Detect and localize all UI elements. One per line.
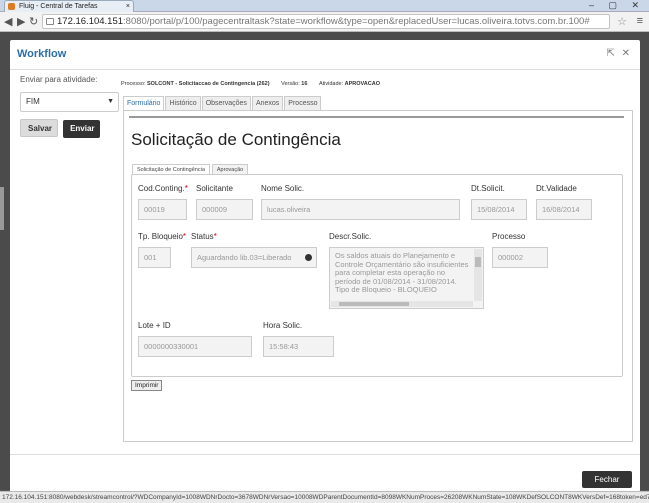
send-button[interactable]: Enviar [63, 120, 101, 138]
save-button[interactable]: Salvar [20, 119, 58, 137]
activity-label: Enviar para atividade: [20, 75, 98, 84]
send-panel: Enviar para atividade: FIM ▼ Salvar Envi… [20, 75, 120, 138]
process-value: SOLCONT - Solicitaccao de Contingencia (… [147, 81, 270, 87]
field-nome-solic: Nome Solic. lucas.oliveira [261, 184, 460, 220]
close-button[interactable]: Fechar [582, 471, 632, 488]
side-handle [0, 187, 4, 230]
activity-select[interactable]: FIM ▼ [20, 92, 119, 112]
chevron-down-icon: ▼ [107, 98, 114, 105]
descr-solic-label: Descr.Solic. [329, 232, 372, 241]
field-tp-bloqueio: Tp. Bloqueio* 001 [138, 232, 186, 268]
address-bar: ◀ ▶ ↻ 172.16.104.151:8080/portal/p/100/p… [0, 12, 649, 32]
modal-title: Workflow [17, 48, 67, 60]
field-dt-validade: Dt.Validade 16/08/2014 [536, 184, 592, 220]
status-label: Status [191, 232, 214, 241]
page-icon [46, 18, 54, 25]
dt-validade-input[interactable]: 16/08/2014 [536, 199, 592, 220]
tab-anexos[interactable]: Anexos [251, 96, 284, 110]
reload-icon[interactable]: ↻ [29, 15, 38, 29]
activity-select-value: FIM [26, 97, 40, 106]
form-content: Solicitação de Contingência Solicitação … [129, 116, 624, 436]
browser-tab-title: Fluig - Central de Tarefas [19, 3, 98, 10]
field-hora-solic: Hora Solic. 15:58:43 [263, 321, 334, 357]
tab-formulario[interactable]: Formulário [123, 96, 165, 110]
process-label: Processo: [121, 81, 146, 87]
cod-conting-label: Cod.Conting. [138, 184, 185, 193]
form-frame[interactable]: Solicitação de Contingência Solicitação … [123, 110, 633, 442]
field-dt-solicit: Dt.Solicit. 15/08/2014 [471, 184, 527, 220]
browser-titlebar: Fluig - Central de Tarefas × – ▢ ✕ [0, 0, 649, 12]
horizontal-scrollbar[interactable] [331, 301, 473, 307]
lote-id-label: Lote + ID [138, 321, 171, 330]
form-title: Solicitação de Contingência [131, 130, 341, 149]
expand-icon[interactable]: ⇱ [606, 48, 614, 59]
processo-input[interactable]: 000002 [492, 247, 548, 268]
favicon-icon [8, 3, 15, 10]
tab-observacoes[interactable]: Observações [201, 96, 251, 110]
field-lote-id: Lote + ID 0000000330001 [138, 321, 252, 357]
required-marker: * [184, 184, 188, 193]
tp-bloqueio-input[interactable]: 001 [138, 247, 171, 268]
version-label: Versão: [281, 81, 300, 87]
workflow-modal: Workflow ⇱ ✕ Enviar para atividade: FIM … [10, 40, 640, 492]
bookmark-star-icon[interactable]: ☆ [617, 15, 627, 28]
current-activity-label: Atividade: [318, 81, 344, 87]
form-panel: Cod.Conting.* 00019 Solicitante 000009 N… [131, 174, 623, 377]
tab-historico[interactable]: Histórico [165, 96, 201, 110]
hora-solic-input[interactable]: 15:58:43 [263, 336, 334, 357]
process-info: Processo: SOLCONT - Solicitaccao de Cont… [121, 81, 380, 87]
field-cod-conting: Cod.Conting.* 00019 [138, 184, 188, 220]
field-descr-solic: Descr.Solic. Os saldos atuais do Planeja… [329, 232, 484, 309]
modal-footer: Fechar [10, 454, 640, 492]
workflow-tabs: Formulário Histórico Observações Anexos Proc… [123, 96, 322, 110]
status-bar-url: 172.16.104.151:8080/webdesk/streamcontro… [0, 491, 649, 503]
descr-solic-textarea[interactable]: Os saldos atuais do Planejamento e Contr… [329, 247, 484, 309]
tab-processo[interactable]: Processo [284, 96, 322, 110]
url-field[interactable]: 172.16.104.151:8080/portal/p/100/pagecen… [42, 14, 610, 29]
window-controls[interactable]: – ▢ ✕ [589, 0, 645, 11]
current-activity-value: APROVACAO [344, 81, 380, 87]
descr-solic-text: Os saldos atuais do Planejamento e Contr… [335, 251, 469, 294]
processo-label: Processo [492, 232, 526, 241]
menu-icon[interactable]: ≡ [637, 15, 643, 27]
status-select[interactable]: Aguardando lib.03=Liberado [191, 247, 317, 268]
forward-icon[interactable]: ▶ [17, 15, 25, 29]
required-marker: * [182, 232, 187, 241]
vertical-scrollbar[interactable] [474, 249, 482, 301]
modal-header: Workflow ⇱ ✕ [10, 40, 640, 70]
back-icon[interactable]: ◀ [4, 15, 12, 29]
close-tab-icon[interactable]: × [126, 1, 130, 12]
dt-solicit-label: Dt.Solicit. [471, 184, 505, 193]
dt-validade-label: Dt.Validade [536, 184, 577, 193]
solicitante-label: Solicitante [196, 184, 233, 193]
url-host: 172.16.104.151 [57, 16, 124, 27]
dropdown-icon [305, 254, 312, 261]
hora-solic-label: Hora Solic. [263, 321, 303, 330]
url-path: :8080/portal/p/100/pagecentraltask?state… [123, 16, 590, 27]
cod-conting-input[interactable]: 00019 [138, 199, 187, 220]
tp-bloqueio-label: Tp. Bloqueio [138, 232, 183, 241]
field-solicitante: Solicitante 000009 [196, 184, 253, 220]
field-status: Status* Aguardando lib.03=Liberado [191, 232, 317, 268]
required-marker: * [213, 232, 217, 241]
lote-id-input[interactable]: 0000000330001 [138, 336, 252, 357]
status-select-value: Aguardando lib.03=Liberado [197, 253, 292, 262]
close-icon[interactable]: ✕ [622, 48, 630, 59]
version-value: 16 [301, 81, 308, 87]
nome-solic-input[interactable]: lucas.oliveira [261, 199, 460, 220]
field-processo: Processo 000002 [492, 232, 548, 268]
print-button[interactable]: Imprimir [131, 380, 163, 391]
browser-tab[interactable]: Fluig - Central de Tarefas × [4, 0, 134, 12]
nome-solic-label: Nome Solic. [261, 184, 305, 193]
dt-solicit-input[interactable]: 15/08/2014 [471, 199, 527, 220]
solicitante-input[interactable]: 000009 [196, 199, 253, 220]
